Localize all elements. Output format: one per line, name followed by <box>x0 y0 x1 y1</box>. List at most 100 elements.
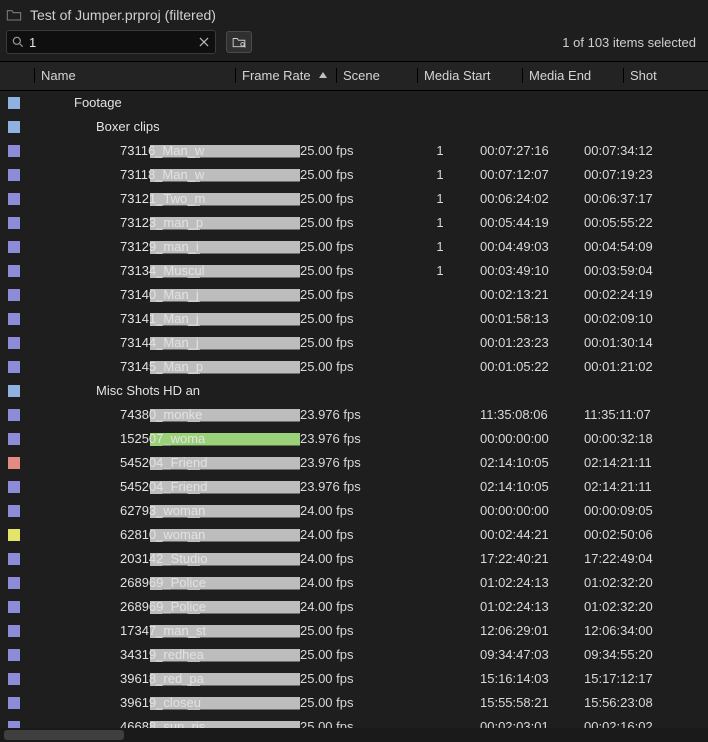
name-cell[interactable]: 17347_man_st <box>34 623 300 638</box>
name-cell[interactable]: 62793_woman <box>34 503 300 518</box>
name-cell[interactable]: 152507_woma <box>34 431 300 446</box>
name-cell[interactable]: 545204_Friend <box>34 479 300 494</box>
label-swatch[interactable] <box>8 193 20 205</box>
name-cell[interactable]: 73121_Two_m <box>34 191 300 206</box>
bin-row[interactable]: Footage <box>0 91 708 115</box>
label-swatch[interactable] <box>8 145 20 157</box>
name-cell[interactable]: 39618_red_pa <box>34 671 300 686</box>
clip-row[interactable]: 62810_woman24.00 fps00:02:44:2100:02:50:… <box>0 523 708 547</box>
sequence-icon <box>100 433 114 445</box>
clip-row[interactable]: 39619_closeu25.00 fps15:55:58:2115:56:23… <box>0 691 708 715</box>
label-swatch[interactable] <box>8 97 20 109</box>
label-swatch[interactable] <box>8 433 20 445</box>
horizontal-scroll-thumb[interactable] <box>4 730 124 740</box>
clip-row[interactable]: 203142_Studio24.00 fps17:22:40:2117:22:4… <box>0 547 708 571</box>
name-cell[interactable]: 268969_Police <box>34 575 300 590</box>
project-item-list[interactable]: Footage Boxer clips 73116_Man_w25.00 fps10… <box>0 91 708 729</box>
name-cell[interactable]: 73141_Man_j <box>34 311 300 326</box>
clip-row[interactable]: 74380_monke23.976 fps11:35:08:0611:35:11… <box>0 403 708 427</box>
clip-row[interactable]: 73144_Man_j25.00 fps00:01:23:2300:01:30:… <box>0 331 708 355</box>
label-swatch[interactable] <box>8 265 20 277</box>
label-swatch[interactable] <box>8 577 20 589</box>
name-cell[interactable]: 73123_man_p <box>34 215 300 230</box>
name-cell[interactable]: 34319_redhea <box>34 647 300 662</box>
clip-row[interactable]: 73118_Man_w25.00 fps100:07:12:0700:07:19… <box>0 163 708 187</box>
disclosure-triangle-icon[interactable] <box>34 97 46 109</box>
label-swatch[interactable] <box>8 649 20 661</box>
column-name[interactable]: Name <box>34 68 235 83</box>
label-swatch[interactable] <box>8 289 20 301</box>
name-cell[interactable]: 46688_sun_ris <box>34 719 300 728</box>
label-swatch[interactable] <box>8 337 20 349</box>
label-swatch[interactable] <box>8 457 20 469</box>
name-cell[interactable]: 74380_monke <box>34 407 300 422</box>
column-media-start[interactable]: Media Start <box>417 68 522 83</box>
label-swatch[interactable] <box>8 217 20 229</box>
media-end-cell: 02:14:21:11 <box>584 479 684 494</box>
label-swatch[interactable] <box>8 313 20 325</box>
name-cell[interactable]: 73145_Man_p <box>34 359 300 374</box>
clip-row[interactable]: 73140_Man_j25.00 fps00:02:13:2100:02:24:… <box>0 283 708 307</box>
label-swatch[interactable] <box>8 721 20 729</box>
label-swatch[interactable] <box>8 505 20 517</box>
clear-search-icon[interactable] <box>197 35 211 49</box>
name-cell[interactable]: Boxer clips <box>34 119 256 134</box>
search-box[interactable] <box>6 30 216 54</box>
label-swatch[interactable] <box>8 601 20 613</box>
column-media-end[interactable]: Media End <box>522 68 623 83</box>
disclosure-triangle-icon[interactable] <box>56 385 68 397</box>
label-swatch[interactable] <box>8 697 20 709</box>
clip-row[interactable]: 39618_red_pa25.00 fps15:16:14:0315:17:12… <box>0 667 708 691</box>
name-cell[interactable]: 73144_Man_j <box>34 335 300 350</box>
name-cell[interactable]: 268969_Police <box>34 599 300 614</box>
name-cell[interactable]: Footage <box>34 95 234 110</box>
clip-row[interactable]: 73123_man_p25.00 fps100:05:44:1900:05:55… <box>0 211 708 235</box>
label-swatch[interactable] <box>8 361 20 373</box>
clip-row[interactable]: 268969_Police24.00 fps01:02:24:1301:02:3… <box>0 595 708 619</box>
name-cell[interactable]: 62810_woman <box>34 527 300 542</box>
clip-row[interactable]: 73121_Two_m25.00 fps100:06:24:0200:06:37… <box>0 187 708 211</box>
clip-row[interactable]: 73145_Man_p25.00 fps00:01:05:2200:01:21:… <box>0 355 708 379</box>
horizontal-scrollbar[interactable] <box>0 728 708 742</box>
name-cell[interactable]: 73118_Man_w <box>34 167 300 182</box>
bin-row[interactable]: Misc Shots HD an <box>0 379 708 403</box>
name-cell[interactable]: 73116_Man_w <box>34 143 300 158</box>
label-swatch[interactable] <box>8 529 20 541</box>
search-input[interactable] <box>25 35 197 50</box>
label-swatch[interactable] <box>8 241 20 253</box>
name-cell[interactable]: 39619_closeu <box>34 695 300 710</box>
clip-row[interactable]: 268969_Police24.00 fps01:02:24:1301:02:3… <box>0 571 708 595</box>
clip-row[interactable]: 73134_Muscul25.00 fps100:03:49:1000:03:5… <box>0 259 708 283</box>
disclosure-triangle-icon[interactable] <box>56 121 68 133</box>
label-swatch[interactable] <box>8 169 20 181</box>
label-swatch[interactable] <box>8 481 20 493</box>
name-cell[interactable]: 203142_Studio <box>34 551 300 566</box>
column-frame-rate[interactable]: Frame Rate <box>235 68 336 83</box>
name-cell[interactable]: 545204_Friend <box>34 455 300 470</box>
clip-row[interactable]: 152507_woma23.976 fps00:00:00:0000:00:32… <box>0 427 708 451</box>
media-end-cell: 09:34:55:20 <box>584 647 684 662</box>
name-cell[interactable]: 73134_Muscul <box>34 263 300 278</box>
name-cell[interactable]: 73129_man_i <box>34 239 300 254</box>
label-swatch[interactable] <box>8 673 20 685</box>
clip-row[interactable]: 545204_Friend23.976 fps02:14:10:0502:14:… <box>0 475 708 499</box>
new-search-bin-button[interactable] <box>226 31 252 53</box>
label-swatch[interactable] <box>8 121 20 133</box>
clip-row[interactable]: 34319_redhea25.00 fps09:34:47:0309:34:55… <box>0 643 708 667</box>
column-shot[interactable]: Shot <box>623 68 684 83</box>
clip-row[interactable]: 73141_Man_j25.00 fps00:01:58:1300:02:09:… <box>0 307 708 331</box>
clip-row[interactable]: 17347_man_st25.00 fps12:06:29:0112:06:34… <box>0 619 708 643</box>
column-scene[interactable]: Scene <box>336 68 417 83</box>
clip-row[interactable]: 73129_man_i25.00 fps100:04:49:0300:04:54… <box>0 235 708 259</box>
label-swatch[interactable] <box>8 385 20 397</box>
bin-row[interactable]: Boxer clips <box>0 115 708 139</box>
name-cell[interactable]: Misc Shots HD an <box>34 383 256 398</box>
name-cell[interactable]: 73140_Man_j <box>34 287 300 302</box>
clip-row[interactable]: 73116_Man_w25.00 fps100:07:27:1600:07:34… <box>0 139 708 163</box>
clip-row[interactable]: 46688_sun_ris25.00 fps00:02:03:0100:02:1… <box>0 715 708 729</box>
clip-row[interactable]: 545204_Friend23.976 fps02:14:10:0502:14:… <box>0 451 708 475</box>
label-swatch[interactable] <box>8 553 20 565</box>
clip-row[interactable]: 62793_woman24.00 fps00:00:00:0000:00:09:… <box>0 499 708 523</box>
label-swatch[interactable] <box>8 409 20 421</box>
label-swatch[interactable] <box>8 625 20 637</box>
